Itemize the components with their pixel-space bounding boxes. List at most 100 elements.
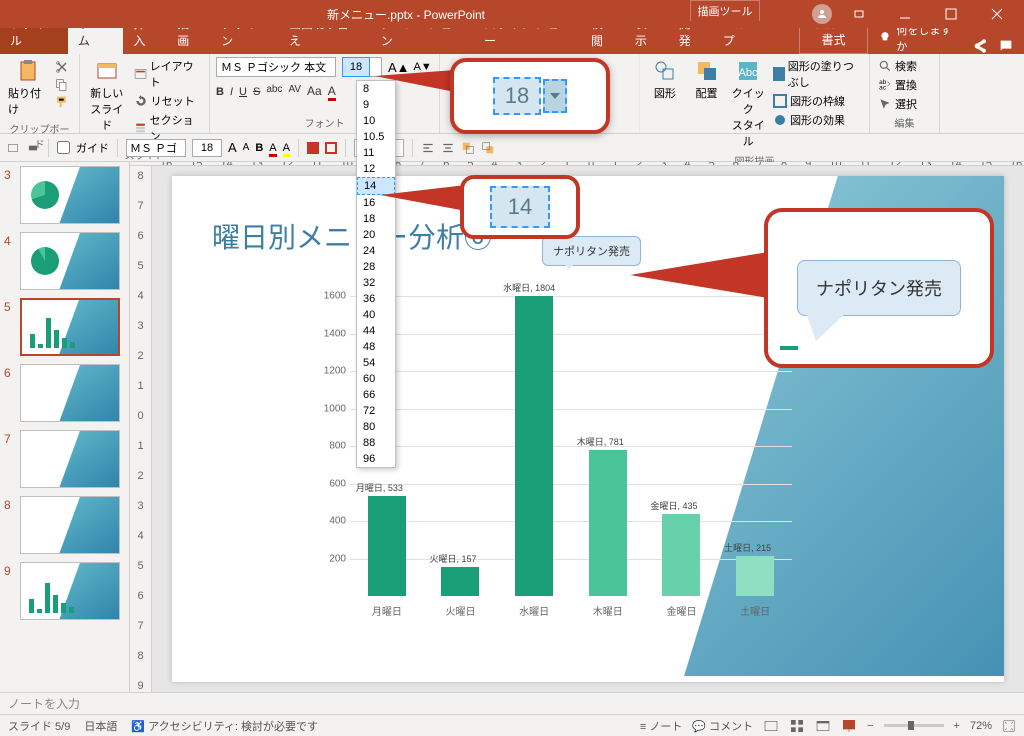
copy-icon[interactable] bbox=[54, 77, 70, 93]
underline-button[interactable]: U bbox=[239, 84, 247, 98]
zoom-out-button[interactable]: − bbox=[867, 720, 873, 732]
replace-button[interactable]: abac置換 bbox=[876, 76, 919, 94]
slide-thumbnail[interactable] bbox=[20, 298, 120, 356]
qat-home-icon[interactable] bbox=[6, 141, 20, 155]
qat-font-color[interactable]: A bbox=[269, 142, 276, 154]
font-size-option[interactable]: 24 bbox=[357, 243, 395, 259]
callout-shape[interactable]: ナポリタン発売 bbox=[542, 236, 641, 266]
status-notes-button[interactable]: ≡ ノート bbox=[640, 718, 682, 734]
section-icon bbox=[134, 121, 147, 135]
user-avatar[interactable] bbox=[812, 4, 832, 24]
font-size-option[interactable]: 12 bbox=[357, 161, 395, 177]
share-icon[interactable] bbox=[972, 38, 988, 54]
ribbon-display-button[interactable] bbox=[840, 0, 878, 28]
effects-icon bbox=[773, 113, 787, 127]
comments-icon[interactable] bbox=[998, 38, 1014, 54]
font-size-option[interactable]: 54 bbox=[357, 355, 395, 371]
status-accessibility[interactable]: ♿ アクセシビリティ: 検討が必要です bbox=[131, 718, 318, 734]
strike-button[interactable]: S bbox=[253, 84, 260, 98]
reset-button[interactable]: リセット bbox=[132, 92, 203, 110]
shapes-button[interactable]: 図形 bbox=[646, 57, 684, 103]
qat-align-center-icon[interactable] bbox=[441, 141, 455, 155]
qat-print-icon[interactable] bbox=[26, 141, 40, 155]
slide-thumbnail[interactable] bbox=[20, 364, 120, 422]
char-spacing-button[interactable]: AV bbox=[288, 84, 301, 98]
font-size-option[interactable]: 10 bbox=[357, 113, 395, 129]
font-size-option[interactable]: 32 bbox=[357, 275, 395, 291]
font-size-option[interactable]: 96 bbox=[357, 451, 395, 467]
new-slide-button[interactable]: 新しい スライド bbox=[86, 57, 128, 135]
font-color-button[interactable]: A bbox=[328, 84, 336, 98]
titlebar: 描画ツール 新メニュー.pptx - PowerPoint bbox=[0, 0, 1024, 28]
change-case-button[interactable]: Aa bbox=[307, 84, 322, 98]
qat-send-back-icon[interactable] bbox=[481, 141, 495, 155]
thumb-number: 9 bbox=[4, 562, 20, 620]
font-size-option[interactable]: 66 bbox=[357, 387, 395, 403]
shape-effects-button[interactable]: 図形の効果 bbox=[771, 111, 863, 129]
fit-to-window-icon[interactable] bbox=[1002, 719, 1016, 733]
font-size-option[interactable]: 20 bbox=[357, 227, 395, 243]
font-size-option[interactable]: 10.5 bbox=[357, 129, 395, 145]
slide-thumbnail[interactable] bbox=[20, 496, 120, 554]
font-size-option[interactable]: 60 bbox=[357, 371, 395, 387]
shape-fill-button[interactable]: 図形の塗りつぶし bbox=[771, 57, 863, 91]
font-size-option[interactable]: 80 bbox=[357, 419, 395, 435]
zoom-slider[interactable] bbox=[884, 724, 944, 727]
guide-checkbox[interactable] bbox=[57, 141, 70, 154]
font-size-option[interactable]: 11 bbox=[357, 145, 395, 161]
thumb-number: 8 bbox=[4, 496, 20, 554]
font-size-option[interactable]: 44 bbox=[357, 323, 395, 339]
notes-pane[interactable]: ノートを入力 bbox=[0, 692, 1024, 714]
italic-button[interactable]: I bbox=[230, 84, 233, 98]
qat-grow-font[interactable]: A bbox=[228, 140, 237, 155]
qat-outline-color[interactable] bbox=[325, 142, 337, 154]
layout-button[interactable]: レイアウト bbox=[132, 57, 203, 91]
status-language[interactable]: 日本語 bbox=[84, 718, 117, 734]
annotation-zoom-fontsize-18: 18 bbox=[450, 58, 610, 134]
qat-fill-color[interactable] bbox=[307, 142, 319, 154]
quickstyle-button[interactable]: Abcクイック スタイル bbox=[729, 57, 767, 151]
slide-thumbnail[interactable] bbox=[20, 430, 120, 488]
font-name-combo[interactable]: ＭＳ Ｐゴシック 本文 bbox=[216, 57, 336, 77]
close-button[interactable] bbox=[978, 0, 1016, 28]
minimize-button[interactable] bbox=[886, 0, 924, 28]
font-size-option[interactable]: 36 bbox=[357, 291, 395, 307]
font-size-dropdown-list[interactable]: 891010.511121416182024283236404448546066… bbox=[356, 80, 396, 468]
slide-thumbnail[interactable] bbox=[20, 562, 120, 620]
slide-title[interactable]: 曜日別メニュー分析⑥ bbox=[212, 216, 492, 256]
normal-view-icon[interactable] bbox=[763, 718, 779, 734]
zoom-level[interactable]: 72% bbox=[970, 720, 992, 732]
qat-font-name[interactable] bbox=[126, 139, 186, 157]
qat-bring-front-icon[interactable] bbox=[461, 141, 475, 155]
font-size-option[interactable]: 48 bbox=[357, 339, 395, 355]
font-size-option[interactable]: 40 bbox=[357, 307, 395, 323]
font-size-option[interactable]: 28 bbox=[357, 259, 395, 275]
cut-icon[interactable] bbox=[54, 59, 70, 75]
qat-highlight[interactable]: A bbox=[283, 142, 290, 154]
qat-align-left-icon[interactable] bbox=[421, 141, 435, 155]
select-button[interactable]: 選択 bbox=[876, 95, 919, 113]
arrange-icon bbox=[695, 59, 719, 83]
sorter-view-icon[interactable] bbox=[789, 718, 805, 734]
qat-font-size[interactable] bbox=[192, 139, 222, 157]
slide-thumbnail[interactable] bbox=[20, 166, 120, 224]
qat-bold[interactable]: B bbox=[255, 142, 263, 154]
font-size-option[interactable]: 88 bbox=[357, 435, 395, 451]
format-painter-icon[interactable] bbox=[54, 95, 70, 111]
maximize-button[interactable] bbox=[932, 0, 970, 28]
font-size-combo[interactable]: 18 bbox=[342, 57, 370, 77]
status-comments-button[interactable]: 💬 コメント bbox=[692, 718, 753, 734]
qat-shrink-font[interactable]: A bbox=[243, 142, 250, 153]
svg-text:ac: ac bbox=[879, 85, 887, 92]
bold-button[interactable]: B bbox=[216, 84, 224, 98]
font-size-option[interactable]: 72 bbox=[357, 403, 395, 419]
find-button[interactable]: 検索 bbox=[876, 57, 919, 75]
slide-thumbnail[interactable] bbox=[20, 232, 120, 290]
shadow-button[interactable]: abc bbox=[266, 84, 282, 98]
arrange-button[interactable]: 配置 bbox=[688, 57, 726, 103]
reading-view-icon[interactable] bbox=[815, 718, 831, 734]
zoom-in-button[interactable]: + bbox=[954, 720, 960, 732]
shape-outline-button[interactable]: 図形の枠線 bbox=[771, 92, 863, 110]
slideshow-view-icon[interactable] bbox=[841, 718, 857, 734]
paste-button[interactable]: 貼り付け bbox=[6, 57, 50, 119]
